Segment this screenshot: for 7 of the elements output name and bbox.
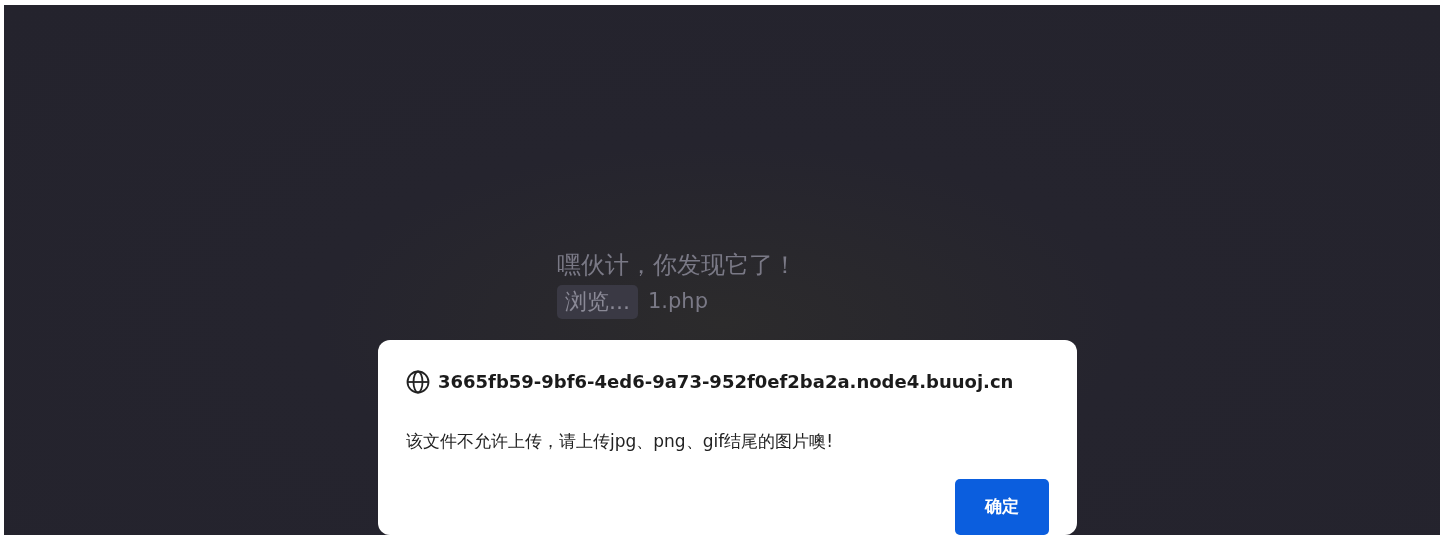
- dialog-message: 该文件不允许上传，请上传jpg、png、gif结尾的图片噢!: [406, 430, 834, 453]
- page-heading: 嘿伙计，你发现它了！: [557, 250, 798, 281]
- browse-button[interactable]: 浏览...: [557, 285, 638, 320]
- ok-button[interactable]: 确定: [955, 478, 1049, 535]
- globe-icon: [406, 369, 430, 394]
- file-name: 1.php: [648, 288, 708, 316]
- dialog-title: 3665fb59-9bf6-4ed6-9a73-952f0ef2ba2a.node4.buuoj.cn: [438, 370, 1014, 394]
